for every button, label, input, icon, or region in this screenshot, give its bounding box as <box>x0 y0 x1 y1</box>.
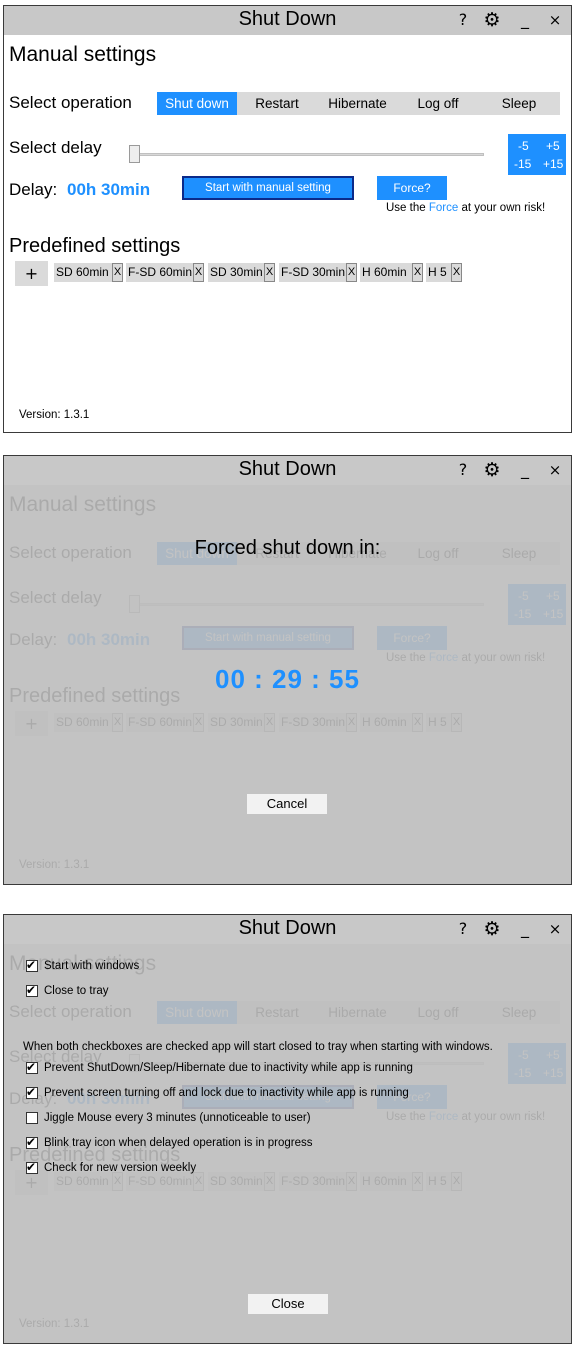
gear-icon[interactable]: ⚙ <box>481 918 503 940</box>
minus-5-button[interactable]: -5 <box>518 139 529 153</box>
option-label: Blink tray icon when delayed operation i… <box>44 1137 313 1149</box>
close-button[interactable]: Close <box>248 1294 328 1314</box>
checkbox[interactable]: ✔ <box>26 1160 38 1174</box>
forced-title: Forced shut down in: <box>194 537 381 559</box>
close-window-button[interactable]: × <box>544 459 566 481</box>
select-operation-label: Select operation <box>9 93 132 112</box>
main-content: Manual settings Select operation Shut do… <box>4 944 571 1343</box>
operation-log-off[interactable]: Log off <box>398 92 478 115</box>
check-mark-icon: ✔ <box>26 983 37 997</box>
preset-remove-button[interactable]: X <box>193 263 204 282</box>
option-label: Check for new version weekly <box>44 1162 197 1174</box>
main-window: Shut Down ? ⚙ _ × Manual settings Select… <box>3 5 572 433</box>
close-window-button[interactable]: × <box>544 9 566 31</box>
operation-shut-down[interactable]: Shut down <box>157 92 237 115</box>
checkbox[interactable]: ✔ <box>26 1135 38 1149</box>
option-prevent-screen-off[interactable]: ✔ Prevent screen turning off and lock du… <box>26 1085 409 1101</box>
help-button[interactable]: ? <box>452 459 474 481</box>
start-manual-button[interactable]: Start with manual setting <box>182 176 354 200</box>
check-mark-icon: ✔ <box>26 958 37 972</box>
operation-restart[interactable]: Restart <box>237 92 317 115</box>
option-close-to-tray[interactable]: ✔ Close to tray <box>26 983 109 999</box>
operation-hibernate[interactable]: Hibernate <box>317 92 398 115</box>
delay-adjust-panel: -5 +5 -15 +15 <box>508 134 566 175</box>
option-start-with-windows[interactable]: ✔ Start with windows <box>26 958 139 974</box>
manual-settings-heading: Manual settings <box>9 43 157 66</box>
minus-15-button[interactable]: -15 <box>514 157 531 171</box>
add-preset-button[interactable]: + <box>15 261 48 286</box>
operation-selector: Shut down Restart Hibernate Log off Slee… <box>157 92 560 115</box>
minimize-button[interactable]: _ <box>514 9 536 31</box>
main-content: Manual settings Select operation Shut do… <box>4 35 571 432</box>
main-content: Manual settings Select operation Shut do… <box>4 485 571 884</box>
check-mark-icon: ✔ <box>26 1060 37 1074</box>
check-mark-icon: ✔ <box>26 1085 37 1099</box>
option-label: Close to tray <box>44 985 109 997</box>
option-prevent-shutdown[interactable]: ✔ Prevent ShutDown/Sleep/Hibernate due t… <box>26 1060 413 1076</box>
operation-sleep[interactable]: Sleep <box>478 92 560 115</box>
gear-icon[interactable]: ⚙ <box>481 459 503 481</box>
settings-overlay: ✔ Start with windows ✔ Close to tray Whe… <box>4 944 571 1343</box>
force-note-link: Force <box>428 202 459 214</box>
settings-window: Shut Down ? ⚙ _ × Manual settings Select… <box>3 914 572 1344</box>
option-label: Prevent ShutDown/Sleep/Hibernate due to … <box>44 1062 413 1074</box>
preset-h-60min[interactable]: H 60min <box>360 263 412 282</box>
close-window-button[interactable]: × <box>544 918 566 940</box>
plus-15-button[interactable]: +15 <box>543 157 563 171</box>
plus-5-button[interactable]: +5 <box>546 139 560 153</box>
help-button[interactable]: ? <box>452 918 474 940</box>
preset-remove-button[interactable]: X <box>112 263 123 282</box>
cancel-button[interactable]: Cancel <box>247 794 327 814</box>
forced-countdown-window: Shut Down ? ⚙ _ × Manual settings Select… <box>3 455 572 885</box>
checkbox[interactable]: ✔ <box>26 1060 38 1074</box>
delay-label: Delay: <box>9 180 58 199</box>
preset-remove-button[interactable]: X <box>412 263 423 282</box>
check-mark-icon: ✔ <box>26 1135 37 1149</box>
preset-sd-60min[interactable]: SD 60min <box>54 263 112 282</box>
preset-fsd-30min[interactable]: F-SD 30min <box>279 263 346 282</box>
option-check-updates[interactable]: ✔ Check for new version weekly <box>26 1160 196 1176</box>
option-label: Start with windows <box>44 960 140 972</box>
preset-fsd-60min[interactable]: F-SD 60min <box>126 263 193 282</box>
title-bar: Shut Down ? ⚙ _ × <box>4 456 571 485</box>
option-label: Prevent screen turning off and lock due … <box>44 1087 409 1099</box>
preset-remove-button[interactable]: X <box>346 263 357 282</box>
option-jiggle-mouse[interactable]: Jiggle Mouse every 3 minutes (unnoticeab… <box>26 1110 311 1126</box>
forced-shutdown-overlay: Forced shut down in: 00 : 29 : 55 Cancel <box>4 485 571 884</box>
tray-note: When both checkboxes are checked app wil… <box>23 1041 493 1053</box>
minimize-button[interactable]: _ <box>514 459 536 481</box>
countdown-timer: 00 : 29 : 55 <box>215 664 360 694</box>
select-delay-label: Select delay <box>9 138 102 157</box>
checkbox[interactable]: ✔ <box>26 983 38 997</box>
preset-sd-30min[interactable]: SD 30min <box>208 263 264 282</box>
preset-remove-button[interactable]: X <box>451 263 462 282</box>
minimize-button[interactable]: _ <box>514 918 536 940</box>
checkbox[interactable]: ✔ <box>26 1085 38 1099</box>
preset-remove-button[interactable]: X <box>264 263 275 282</box>
gear-icon[interactable]: ⚙ <box>481 9 503 31</box>
title-bar: Shut Down ? ⚙ _ × <box>4 6 571 35</box>
force-note-suffix: at your own risk! <box>461 202 546 214</box>
delay-slider-thumb[interactable] <box>129 145 140 163</box>
predefined-settings-heading: Predefined settings <box>9 235 181 257</box>
version-label: Version: 1.3.1 <box>19 409 90 421</box>
force-warning: Use the Force at your own risk! <box>386 202 545 214</box>
checkbox[interactable]: ✔ <box>26 958 38 972</box>
option-label: Jiggle Mouse every 3 minutes (unnoticeab… <box>44 1112 311 1124</box>
checkbox[interactable] <box>26 1112 38 1124</box>
delay-value: 00h 30min <box>67 180 151 199</box>
help-button[interactable]: ? <box>452 9 474 31</box>
delay-slider-track[interactable] <box>134 153 484 156</box>
title-bar: Shut Down ? ⚙ _ × <box>4 915 571 944</box>
force-note-prefix: Use the <box>386 202 426 214</box>
preset-h-5[interactable]: H 5 <box>426 263 452 282</box>
force-button[interactable]: Force? <box>377 176 447 200</box>
check-mark-icon: ✔ <box>26 1160 37 1174</box>
option-blink-tray-icon[interactable]: ✔ Blink tray icon when delayed operation… <box>26 1135 312 1151</box>
